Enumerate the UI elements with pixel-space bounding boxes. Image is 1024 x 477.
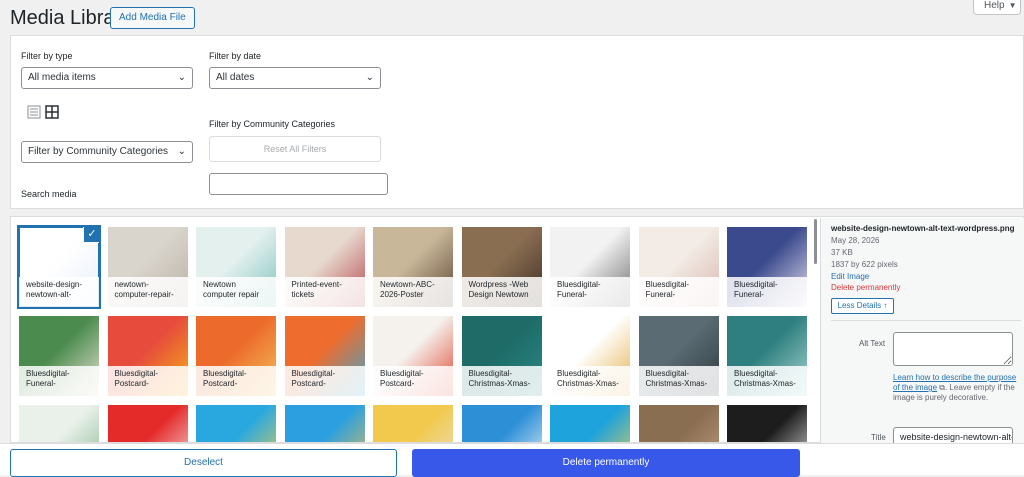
media-item-title: Bluesdigital-Christmas-Xmas- — [727, 366, 807, 396]
media-item[interactable]: Bluesdigital-Postcard- — [196, 316, 276, 396]
media-grid-scrollbar[interactable] — [814, 219, 817, 264]
help-label: Help — [984, 0, 1005, 11]
filter-type-label: Filter by type — [21, 51, 73, 61]
attachment-filename: website-design-newtown-alt-text-wordpres… — [831, 224, 1015, 233]
media-item[interactable]: Bluesdigital-Christmas-Xmas- — [638, 316, 719, 396]
media-item[interactable] — [107, 405, 188, 442]
media-item[interactable] — [284, 405, 365, 442]
attachment-details: website-design-newtown-alt-text-wordpres… — [820, 218, 1024, 447]
media-item-title: Bluesdigital-Funeral- — [727, 277, 807, 307]
media-item[interactable]: Bluesdigital-Postcard- — [284, 316, 365, 396]
media-item-title: Bluesdigital-Postcard- — [107, 366, 188, 396]
media-item-title: Wordpress -Web Design Newtown — [461, 277, 542, 307]
page-header: Media Library Add Media File Help ▼ — [0, 0, 1024, 36]
media-item-title: Newtown-ABC-2026-Poster — [373, 277, 453, 307]
media-item[interactable] — [196, 405, 276, 442]
media-item[interactable]: newtown-computer-repair- — [107, 227, 188, 307]
divider — [831, 320, 1021, 321]
help-tab-button[interactable]: Help ▼ — [973, 0, 1021, 15]
filter-date-value: All dates — [216, 72, 255, 83]
media-item[interactable]: Wordpress -Web Design Newtown — [461, 227, 542, 307]
reset-filters-button[interactable]: Reset All Filters — [209, 136, 381, 162]
media-item[interactable] — [373, 405, 453, 442]
media-item-title: Bluesdigital-Postcard- — [284, 366, 365, 396]
media-item-title: Bluesdigital-Postcard- — [373, 366, 453, 396]
filter-date-label: Filter by date — [209, 51, 262, 61]
chevron-down-icon: ⌄ — [177, 72, 186, 83]
media-item-title: Bluesdigital-Christmas-Xmas- — [461, 366, 542, 396]
attachment-dimensions: 1837 by 622 pixels — [831, 260, 898, 269]
media-item[interactable]: Newtown-ABC-2026-Poster — [373, 227, 453, 307]
media-item[interactable] — [727, 405, 807, 442]
alt-text-label: Alt Text — [859, 339, 886, 348]
filter-type-value: All media items — [28, 72, 96, 83]
delete-permanently-button[interactable]: Delete permanently — [412, 449, 800, 477]
search-media-label: Search media — [21, 189, 77, 199]
search-media-input[interactable] — [209, 173, 388, 195]
filter-community-select[interactable]: Filter by Community Categories ⌄ — [21, 141, 193, 163]
edit-image-link[interactable]: Edit Image — [831, 272, 869, 281]
media-item[interactable]: Bluesdigital-Funeral- — [550, 227, 630, 307]
add-media-file-button[interactable]: Add Media File — [110, 7, 195, 29]
filter-type-select[interactable]: All media items ⌄ — [21, 67, 193, 89]
media-item[interactable] — [19, 405, 99, 442]
checkmark-icon[interactable]: ✓ — [84, 227, 99, 242]
filter-date-select[interactable]: All dates ⌄ — [209, 67, 381, 89]
chevron-down-icon: ⌄ — [365, 72, 374, 83]
less-details-button[interactable]: Less Details ↑ — [831, 298, 894, 314]
media-item-title: newtown-computer-repair- — [107, 277, 188, 307]
media-item[interactable]: Printed-event-tickets — [284, 227, 365, 307]
title-label: Title — [871, 433, 886, 442]
media-item-title: website-design-newtown-alt- — [19, 277, 99, 307]
caret-down-icon: ▼ — [1008, 1, 1017, 10]
media-item[interactable]: Newtown computer repair — [196, 227, 276, 307]
alt-text-help: Learn how to describe the purpose of the… — [893, 373, 1021, 403]
media-item[interactable] — [461, 405, 542, 442]
media-item-title: Bluesdigital-Christmas-Xmas- — [550, 366, 630, 396]
media-item[interactable]: Bluesdigital-Postcard- — [373, 316, 453, 396]
bulk-actions-toolbar: Deselect Delete permanently — [0, 443, 1024, 477]
media-item[interactable]: Bluesdigital-Funeral- — [638, 227, 719, 307]
deselect-button[interactable]: Deselect — [10, 449, 397, 477]
media-item[interactable]: Bluesdigital-Christmas-Xmas- — [550, 316, 630, 396]
media-item[interactable] — [550, 405, 630, 442]
media-item-title: Printed-event-tickets — [284, 277, 365, 307]
media-item-title: Bluesdigital-Christmas-Xmas- — [638, 366, 719, 396]
attachment-size: 37 KB — [831, 248, 853, 257]
media-item-title: Bluesdigital-Postcard- — [196, 366, 276, 396]
filter-community-label: Filter by Community Categories — [209, 119, 336, 129]
filter-community-value: Filter by Community Categories — [28, 146, 169, 157]
media-item[interactable] — [638, 405, 719, 442]
media-item[interactable]: Bluesdigital-Funeral- — [727, 227, 807, 307]
filter-panel: Filter by type All media items ⌄ Filter b… — [10, 35, 1024, 209]
grid-view-icon[interactable] — [45, 105, 59, 119]
media-item[interactable]: Bluesdigital-Christmas-Xmas- — [461, 316, 542, 396]
media-item[interactable]: Bluesdigital-Christmas-Xmas- — [727, 316, 807, 396]
media-item-title: Bluesdigital-Funeral- — [550, 277, 630, 307]
alt-text-field[interactable] — [893, 332, 1013, 366]
chevron-down-icon: ⌄ — [177, 146, 186, 157]
attachment-date: May 28, 2026 — [831, 236, 880, 245]
media-item[interactable]: Bluesdigital-Postcard- — [107, 316, 188, 396]
list-view-icon[interactable] — [27, 105, 41, 119]
delete-permanently-link[interactable]: Delete permanently — [831, 283, 900, 292]
media-item-title: Newtown computer repair — [196, 277, 276, 307]
media-item[interactable]: Bluesdigital-Funeral- — [19, 316, 99, 396]
media-item-title: Bluesdigital-Funeral- — [638, 277, 719, 307]
media-item-title: Bluesdigital-Funeral- — [19, 366, 99, 396]
media-item[interactable]: ✓ website-design-newtown-alt- — [17, 225, 101, 309]
